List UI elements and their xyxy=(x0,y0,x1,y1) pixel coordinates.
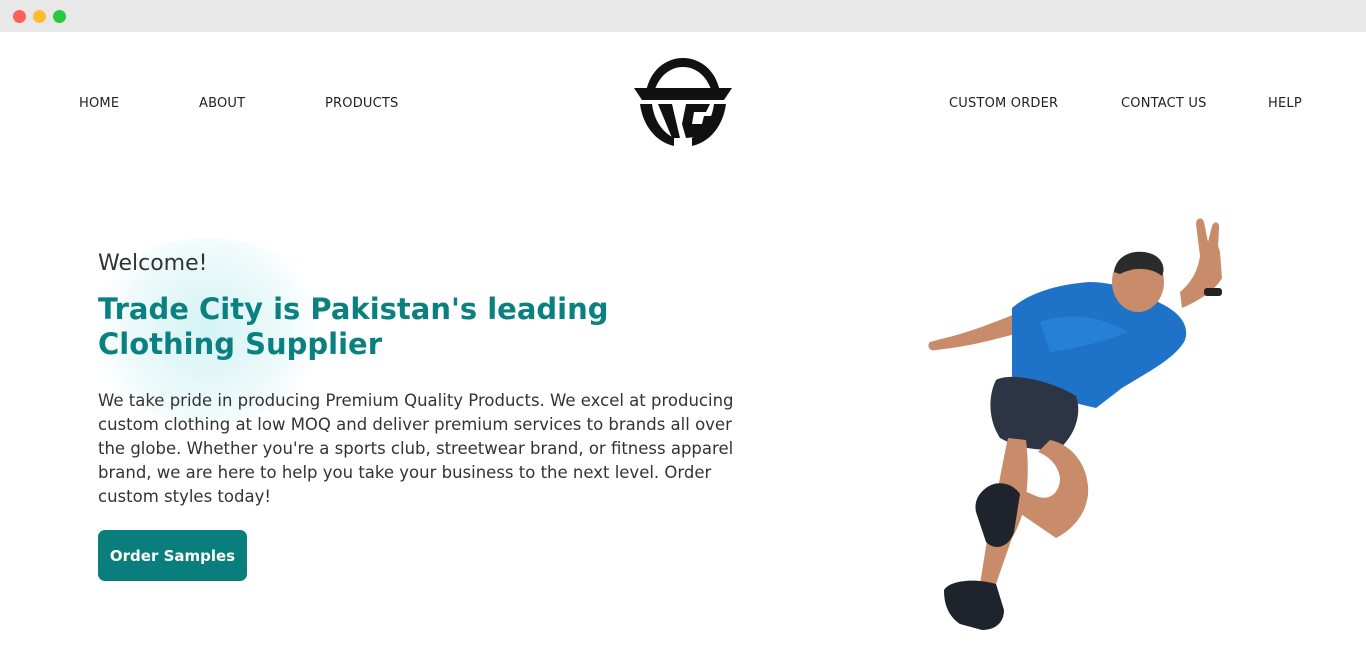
nav-contact-us-link[interactable]: CONTACT US xyxy=(1121,96,1207,111)
window-titlebar xyxy=(0,0,1366,32)
hero-headline: Trade City is Pakistan's leading Clothin… xyxy=(98,292,609,361)
order-samples-button[interactable]: Order Samples xyxy=(98,530,247,581)
nav-products-link[interactable]: PRODUCTS xyxy=(325,96,399,111)
browser-window: HOME ABOUT PRODUCTS CUSTOM ORDER CONTACT… xyxy=(0,0,1366,657)
page: HOME ABOUT PRODUCTS CUSTOM ORDER CONTACT… xyxy=(0,32,1366,657)
welcome-text: Welcome! xyxy=(98,251,208,276)
close-window-button[interactable] xyxy=(13,10,26,23)
nav-home-link[interactable]: HOME xyxy=(79,96,119,111)
hero-description: We take pride in producing Premium Quali… xyxy=(98,391,734,506)
nav-about-link[interactable]: ABOUT xyxy=(199,96,245,111)
maximize-window-button[interactable] xyxy=(53,10,66,23)
nav-help-link[interactable]: HELP xyxy=(1268,96,1302,111)
runner-athlete-image xyxy=(928,218,1222,630)
nav-custom-order-link[interactable]: CUSTOM ORDER xyxy=(949,96,1058,111)
trade-city-logo-icon[interactable] xyxy=(632,54,734,148)
minimize-window-button[interactable] xyxy=(33,10,46,23)
